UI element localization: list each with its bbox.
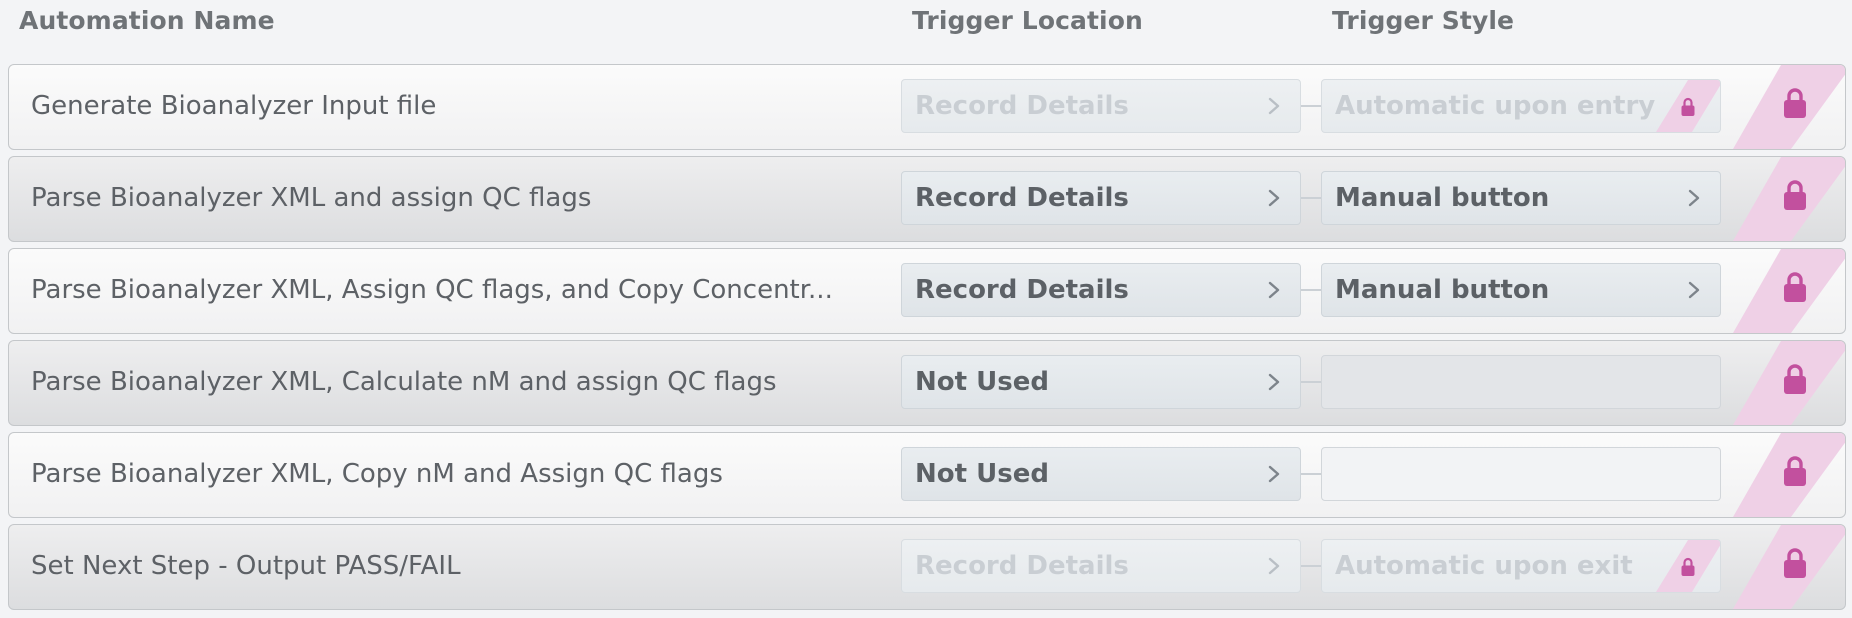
automation-row[interactable]: Parse Bioanalyzer XML, Copy nM and Assig…: [8, 432, 1846, 518]
chevron-right-icon: [1268, 373, 1280, 391]
connector-line: [1301, 197, 1321, 199]
trigger-location-value: Not Used: [915, 459, 1049, 489]
trigger-location-select: Record Details: [901, 79, 1301, 133]
trigger-location-select[interactable]: Not Used: [901, 355, 1301, 409]
lock-icon: [1784, 88, 1806, 118]
automation-row[interactable]: Parse Bioanalyzer XML, Assign QC flags, …: [8, 248, 1846, 334]
connector-line: [1301, 105, 1321, 107]
table-header: Automation Name Trigger Location Trigger…: [0, 0, 1852, 50]
connector-line: [1301, 473, 1321, 475]
lock-icon: [1681, 97, 1695, 116]
column-header-trigger-location: Trigger Location: [912, 6, 1143, 35]
automation-name: Generate Bioanalyzer Input file: [31, 91, 437, 121]
automation-row[interactable]: Parse Bioanalyzer XML and assign QC flag…: [8, 156, 1846, 242]
trigger-location-select[interactable]: Record Details: [901, 263, 1301, 317]
trigger-style-value: Manual button: [1335, 275, 1550, 305]
trigger-location-select[interactable]: Not Used: [901, 447, 1301, 501]
trigger-location-value: Not Used: [915, 367, 1049, 397]
connector-line: [1301, 381, 1321, 383]
automation-row[interactable]: Parse Bioanalyzer XML, Calculate nM and …: [8, 340, 1846, 426]
trigger-style-value: Automatic upon entry: [1335, 91, 1656, 121]
trigger-style-select[interactable]: Manual button: [1321, 263, 1721, 317]
chevron-right-icon: [1268, 281, 1280, 299]
trigger-location-value: Record Details: [915, 91, 1129, 121]
trigger-location-value: Record Details: [915, 551, 1129, 581]
trigger-style-select: [1321, 447, 1721, 501]
trigger-style-value: Automatic upon exit: [1335, 551, 1633, 581]
chevron-right-icon: [1688, 189, 1700, 207]
automation-name: Parse Bioanalyzer XML and assign QC flag…: [31, 183, 592, 213]
lock-icon: [1784, 548, 1806, 578]
chevron-right-icon: [1688, 281, 1700, 299]
automation-row[interactable]: Generate Bioanalyzer Input file Record De…: [8, 64, 1846, 150]
automation-name: Set Next Step - Output PASS/FAIL: [31, 551, 461, 581]
lock-icon: [1681, 557, 1695, 576]
automation-name: Parse Bioanalyzer XML, Copy nM and Assig…: [31, 459, 723, 489]
trigger-location-value: Record Details: [915, 183, 1129, 213]
lock-icon: [1784, 180, 1806, 210]
trigger-location-select[interactable]: Record Details: [901, 171, 1301, 225]
trigger-location-select: Record Details: [901, 539, 1301, 593]
chevron-right-icon: [1268, 189, 1280, 207]
trigger-style-select: [1321, 355, 1721, 409]
lock-icon: [1784, 364, 1806, 394]
lock-icon: [1784, 272, 1806, 302]
connector-line: [1301, 289, 1321, 291]
connector-line: [1301, 565, 1321, 567]
automation-row[interactable]: Set Next Step - Output PASS/FAIL Record D…: [8, 524, 1846, 610]
trigger-style-select[interactable]: Manual button: [1321, 171, 1721, 225]
trigger-style-select: Automatic upon entry: [1321, 79, 1721, 133]
trigger-style-value: Manual button: [1335, 183, 1550, 213]
column-header-automation-name: Automation Name: [19, 6, 275, 35]
column-header-trigger-style: Trigger Style: [1332, 6, 1515, 35]
automation-name: Parse Bioanalyzer XML, Assign QC flags, …: [31, 275, 833, 305]
lock-icon: [1784, 456, 1806, 486]
chevron-right-icon: [1268, 557, 1280, 575]
chevron-right-icon: [1268, 465, 1280, 483]
automation-list: Generate Bioanalyzer Input file Record De…: [8, 64, 1846, 616]
automation-name: Parse Bioanalyzer XML, Calculate nM and …: [31, 367, 777, 397]
chevron-right-icon: [1268, 97, 1280, 115]
trigger-style-select: Automatic upon exit: [1321, 539, 1721, 593]
trigger-location-value: Record Details: [915, 275, 1129, 305]
